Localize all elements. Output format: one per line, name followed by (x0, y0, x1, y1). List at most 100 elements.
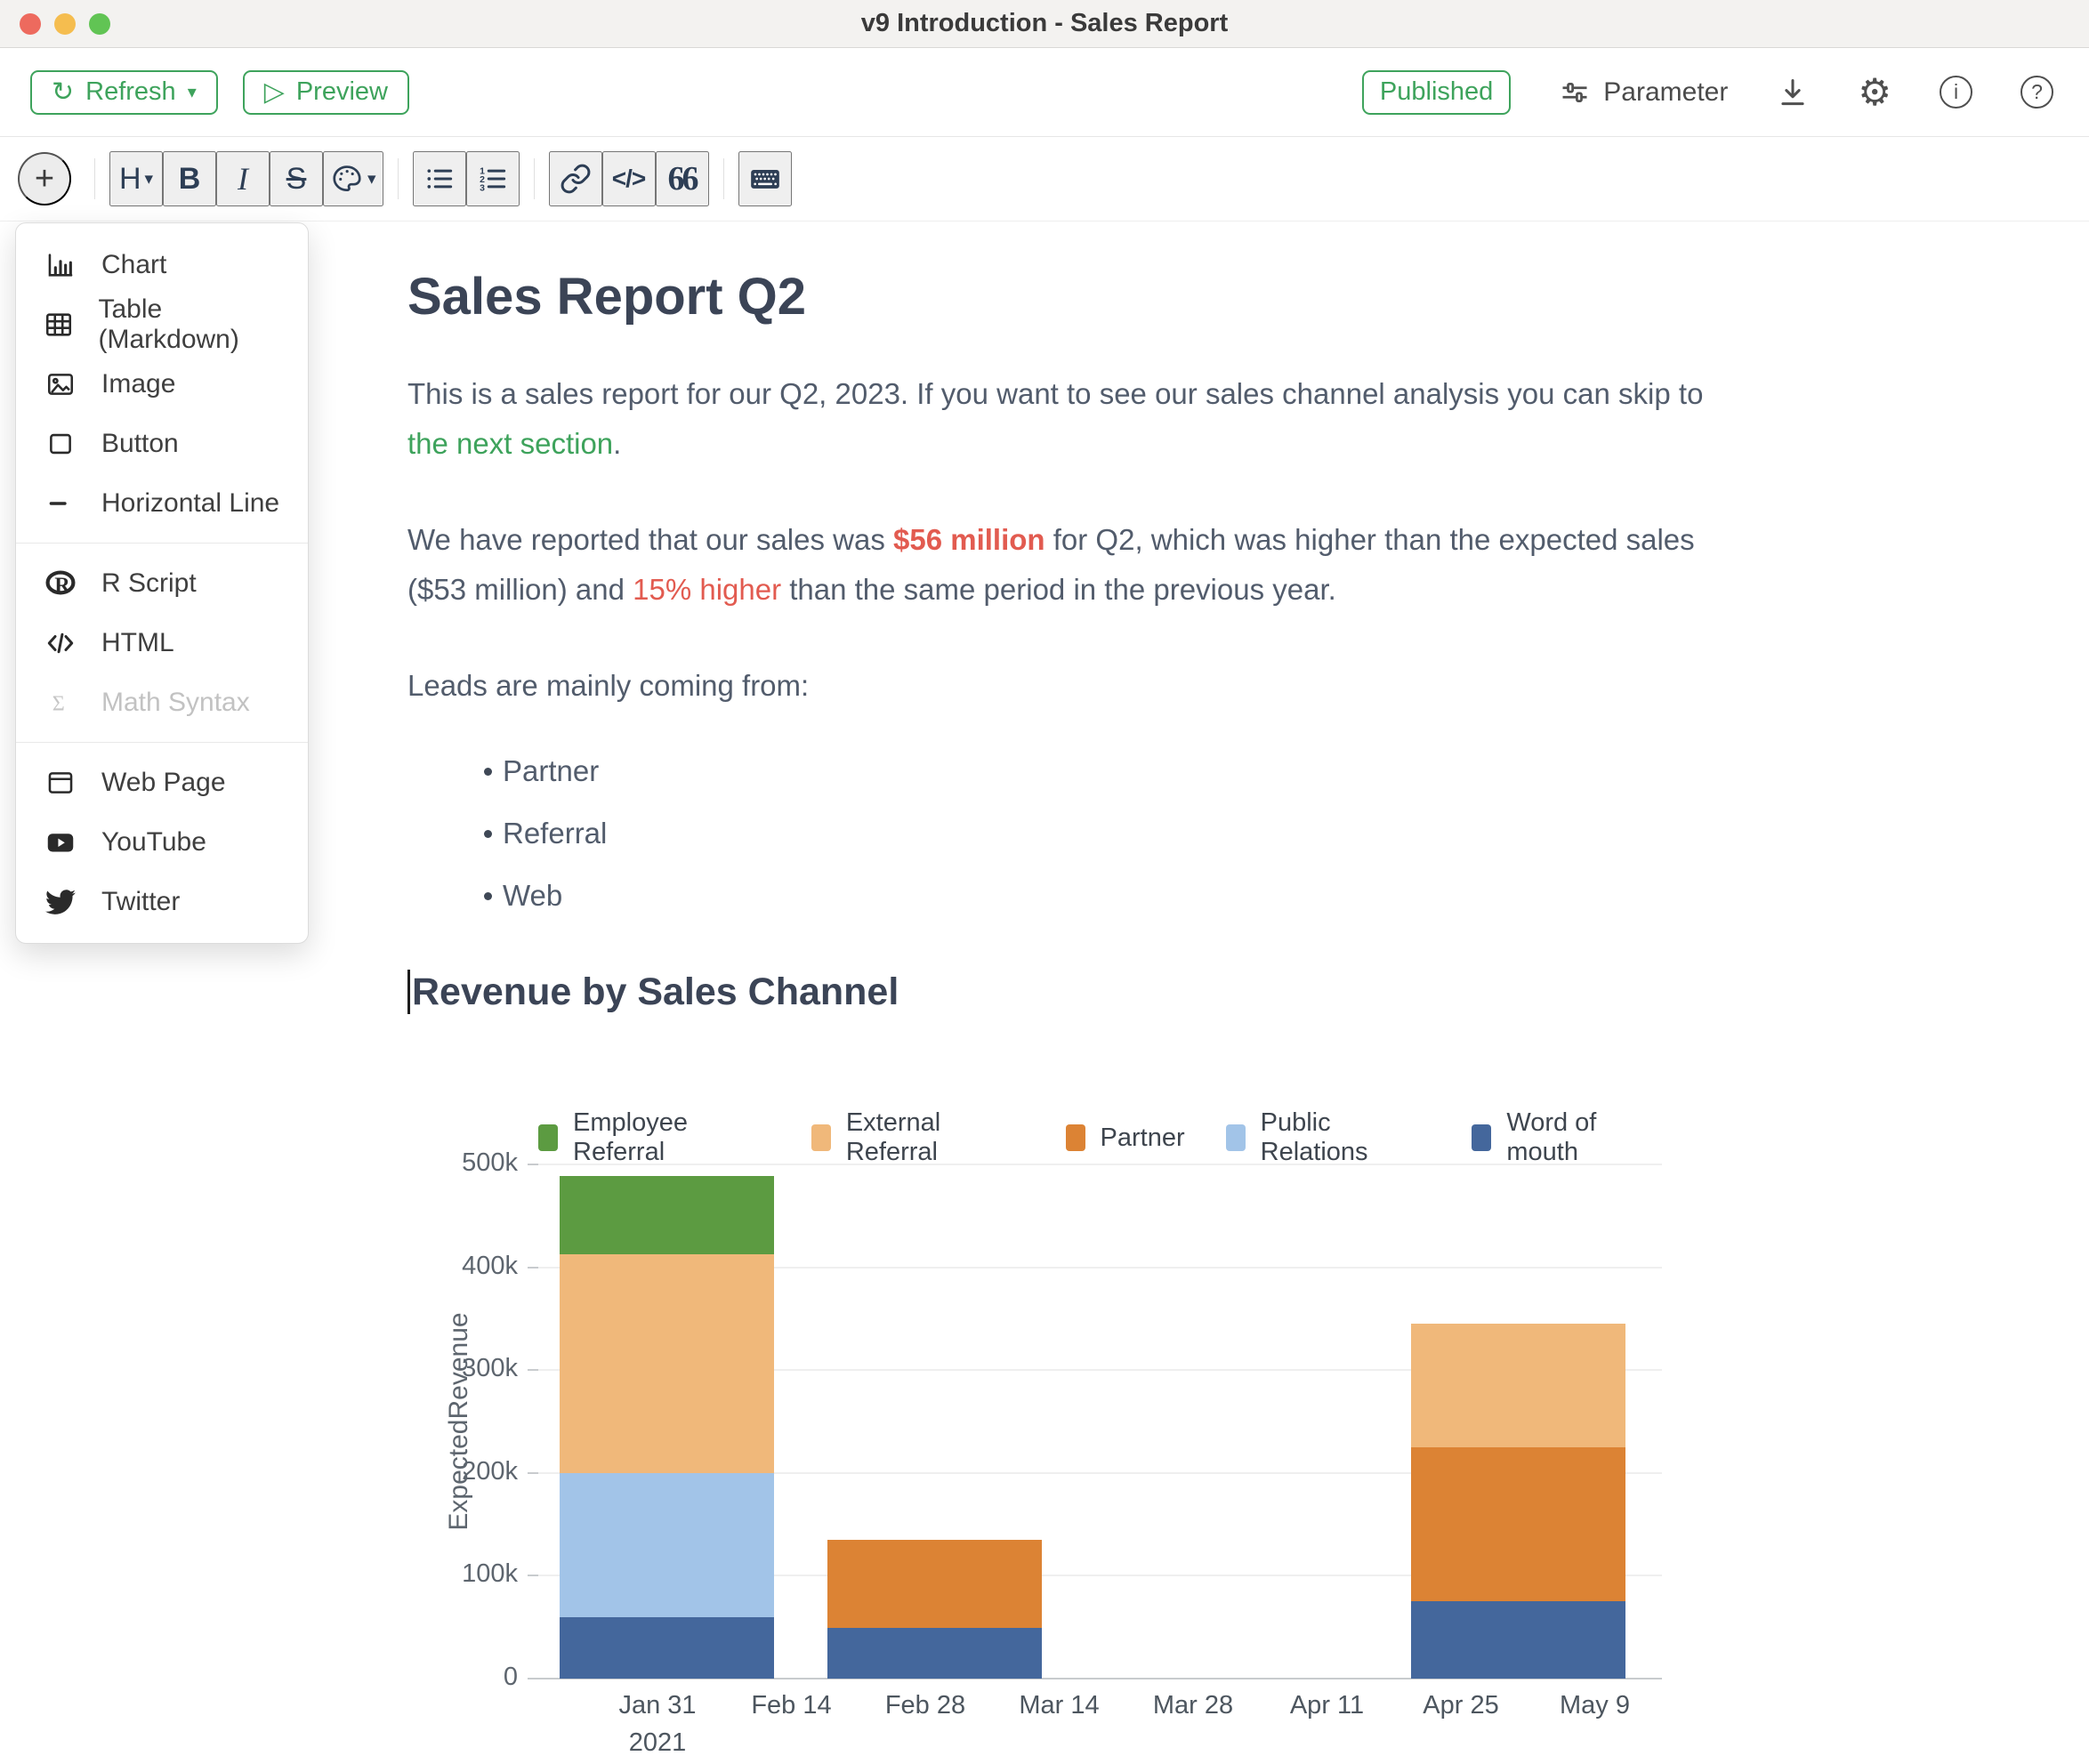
link-button[interactable] (549, 151, 602, 206)
math-icon: Σ (43, 688, 78, 718)
zoom-window-button[interactable] (89, 13, 110, 35)
revenue-chart: Employee Referral External Referral Partne… (407, 1099, 1706, 1752)
menu-item-math-syntax: Σ Math Syntax (16, 673, 308, 732)
text-run: than the same period in the previous yea… (781, 573, 1336, 606)
highlighted-text: $56 million (893, 523, 1045, 556)
insert-plus-button[interactable]: + (18, 152, 71, 205)
highlighted-text: 15% higher (633, 573, 781, 606)
info-icon[interactable]: i (1940, 76, 1972, 109)
parameter-button[interactable]: Parameter (1559, 77, 1728, 109)
menu-item-label: Table (Markdown) (98, 294, 292, 355)
menu-item-r-script[interactable]: R R Script (16, 553, 308, 613)
bold-button[interactable]: B (163, 151, 216, 206)
toolbar-separator (723, 158, 724, 199)
legend-item-partner[interactable]: Partner (1066, 1108, 1185, 1167)
download-icon[interactable] (1776, 76, 1810, 109)
legend-swatch (1472, 1124, 1491, 1151)
heading-button[interactable]: H ▾ (109, 151, 163, 206)
keyboard-icon (747, 161, 783, 197)
y-tick-mark (528, 1678, 538, 1679)
refresh-button[interactable]: ↻ Refresh ▾ (30, 70, 218, 115)
menu-divider (16, 742, 308, 743)
refresh-icon: ↻ (52, 79, 74, 106)
link-icon (560, 163, 592, 195)
bullet-list-button[interactable] (413, 151, 466, 206)
y-tick-mark (528, 1575, 538, 1576)
format-toolbar: + H ▾ B I S ▾ (0, 137, 2089, 222)
y-tick-label: 200k (407, 1457, 518, 1486)
list-item: Web (503, 871, 1706, 921)
sliders-icon (1559, 77, 1591, 109)
chevron-down-icon: ▾ (145, 169, 154, 189)
ordered-list-button[interactable]: 1 2 3 (466, 151, 520, 206)
chart-icon (43, 250, 78, 280)
menu-item-label: R Script (101, 568, 197, 599)
minimize-window-button[interactable] (54, 13, 76, 35)
blockquote-button[interactable]: 66 (656, 151, 709, 206)
menu-item-chart[interactable]: Chart (16, 235, 308, 294)
page-title: Sales Report Q2 (407, 266, 1706, 328)
paragraph-sales: We have reported that our sales was $56 … (407, 515, 1706, 615)
menu-item-table-markdown[interactable]: Table (Markdown) (16, 294, 308, 354)
y-tick-label: 0 (407, 1663, 518, 1692)
legend-item-employee-referral[interactable]: Employee Referral (538, 1108, 770, 1167)
toolbar-separator (398, 158, 399, 199)
table-icon (43, 310, 75, 340)
text-run: This is a sales report for our Q2, 2023.… (407, 377, 1703, 410)
x-tick-label: May 9 (1506, 1691, 1684, 1720)
window-titlebar: v9 Introduction - Sales Report (0, 0, 2089, 48)
y-tick-label: 400k (407, 1252, 518, 1281)
y-tick-mark (528, 1267, 538, 1269)
preview-button[interactable]: ▷ Preview (243, 70, 409, 115)
image-icon (43, 369, 78, 399)
legend-item-external-referral[interactable]: External Referral (811, 1108, 1025, 1167)
italic-button[interactable]: I (216, 151, 270, 206)
toolbar-separator (534, 158, 535, 199)
paragraph-intro: This is a sales report for our Q2, 2023.… (407, 369, 1706, 469)
menu-item-button[interactable]: Button (16, 414, 308, 473)
menu-item-label: Math Syntax (101, 688, 250, 718)
keyboard-shortcuts-button[interactable] (738, 151, 792, 206)
code-button[interactable]: </> (602, 151, 656, 206)
insert-menu: ChartTable (Markdown)Image Button Horizont… (15, 222, 309, 944)
window-title: v9 Introduction - Sales Report (861, 9, 1229, 38)
palette-icon (330, 162, 364, 196)
menu-item-label: Button (101, 429, 179, 459)
legend-item-public-relations[interactable]: Public Relations (1226, 1108, 1432, 1167)
menu-item-web-page[interactable]: Web Page (16, 753, 308, 812)
svg-text:R: R (54, 574, 70, 597)
toolbar-separator (94, 158, 95, 199)
menu-item-html[interactable]: HTML (16, 613, 308, 673)
bar-segment (560, 1254, 774, 1473)
menu-item-label: YouTube (101, 827, 206, 858)
bar-segment (827, 1540, 1042, 1628)
legend-label: Public Relations (1261, 1108, 1432, 1167)
button-icon (43, 429, 78, 459)
menu-item-youtube[interactable]: YouTube (16, 812, 308, 872)
text-color-button[interactable]: ▾ (323, 151, 383, 206)
legend-label: Employee Referral (573, 1108, 770, 1167)
strikethrough-button[interactable]: S (270, 151, 323, 206)
text-cursor (407, 970, 410, 1014)
legend-swatch (811, 1124, 831, 1151)
bar-segment (1411, 1601, 1625, 1679)
published-badge[interactable]: Published (1362, 70, 1511, 115)
menu-item-twitter[interactable]: Twitter (16, 872, 308, 931)
help-icon[interactable]: ? (2020, 76, 2053, 109)
y-tick-label: 500k (407, 1148, 518, 1178)
gear-icon[interactable]: ⚙ (1858, 74, 1891, 111)
menu-item-horizontal-line[interactable]: Horizontal Line (16, 473, 308, 533)
next-section-link[interactable]: the next section (407, 427, 613, 460)
close-window-button[interactable] (20, 13, 41, 35)
ordered-list-icon: 1 2 3 (476, 162, 510, 196)
bar-segment (560, 1473, 774, 1617)
legend-swatch (538, 1124, 558, 1151)
y-axis-title: ExpectedRevenue (444, 1312, 474, 1530)
play-icon: ▷ (264, 79, 285, 106)
twitter-icon (43, 887, 78, 917)
menu-item-image[interactable]: Image (16, 354, 308, 414)
legend-item-word-of-mouth[interactable]: Word of mouth (1472, 1108, 1662, 1167)
menu-item-label: Twitter (101, 887, 180, 917)
gridline (538, 1164, 1662, 1165)
web-page-icon (43, 768, 78, 798)
